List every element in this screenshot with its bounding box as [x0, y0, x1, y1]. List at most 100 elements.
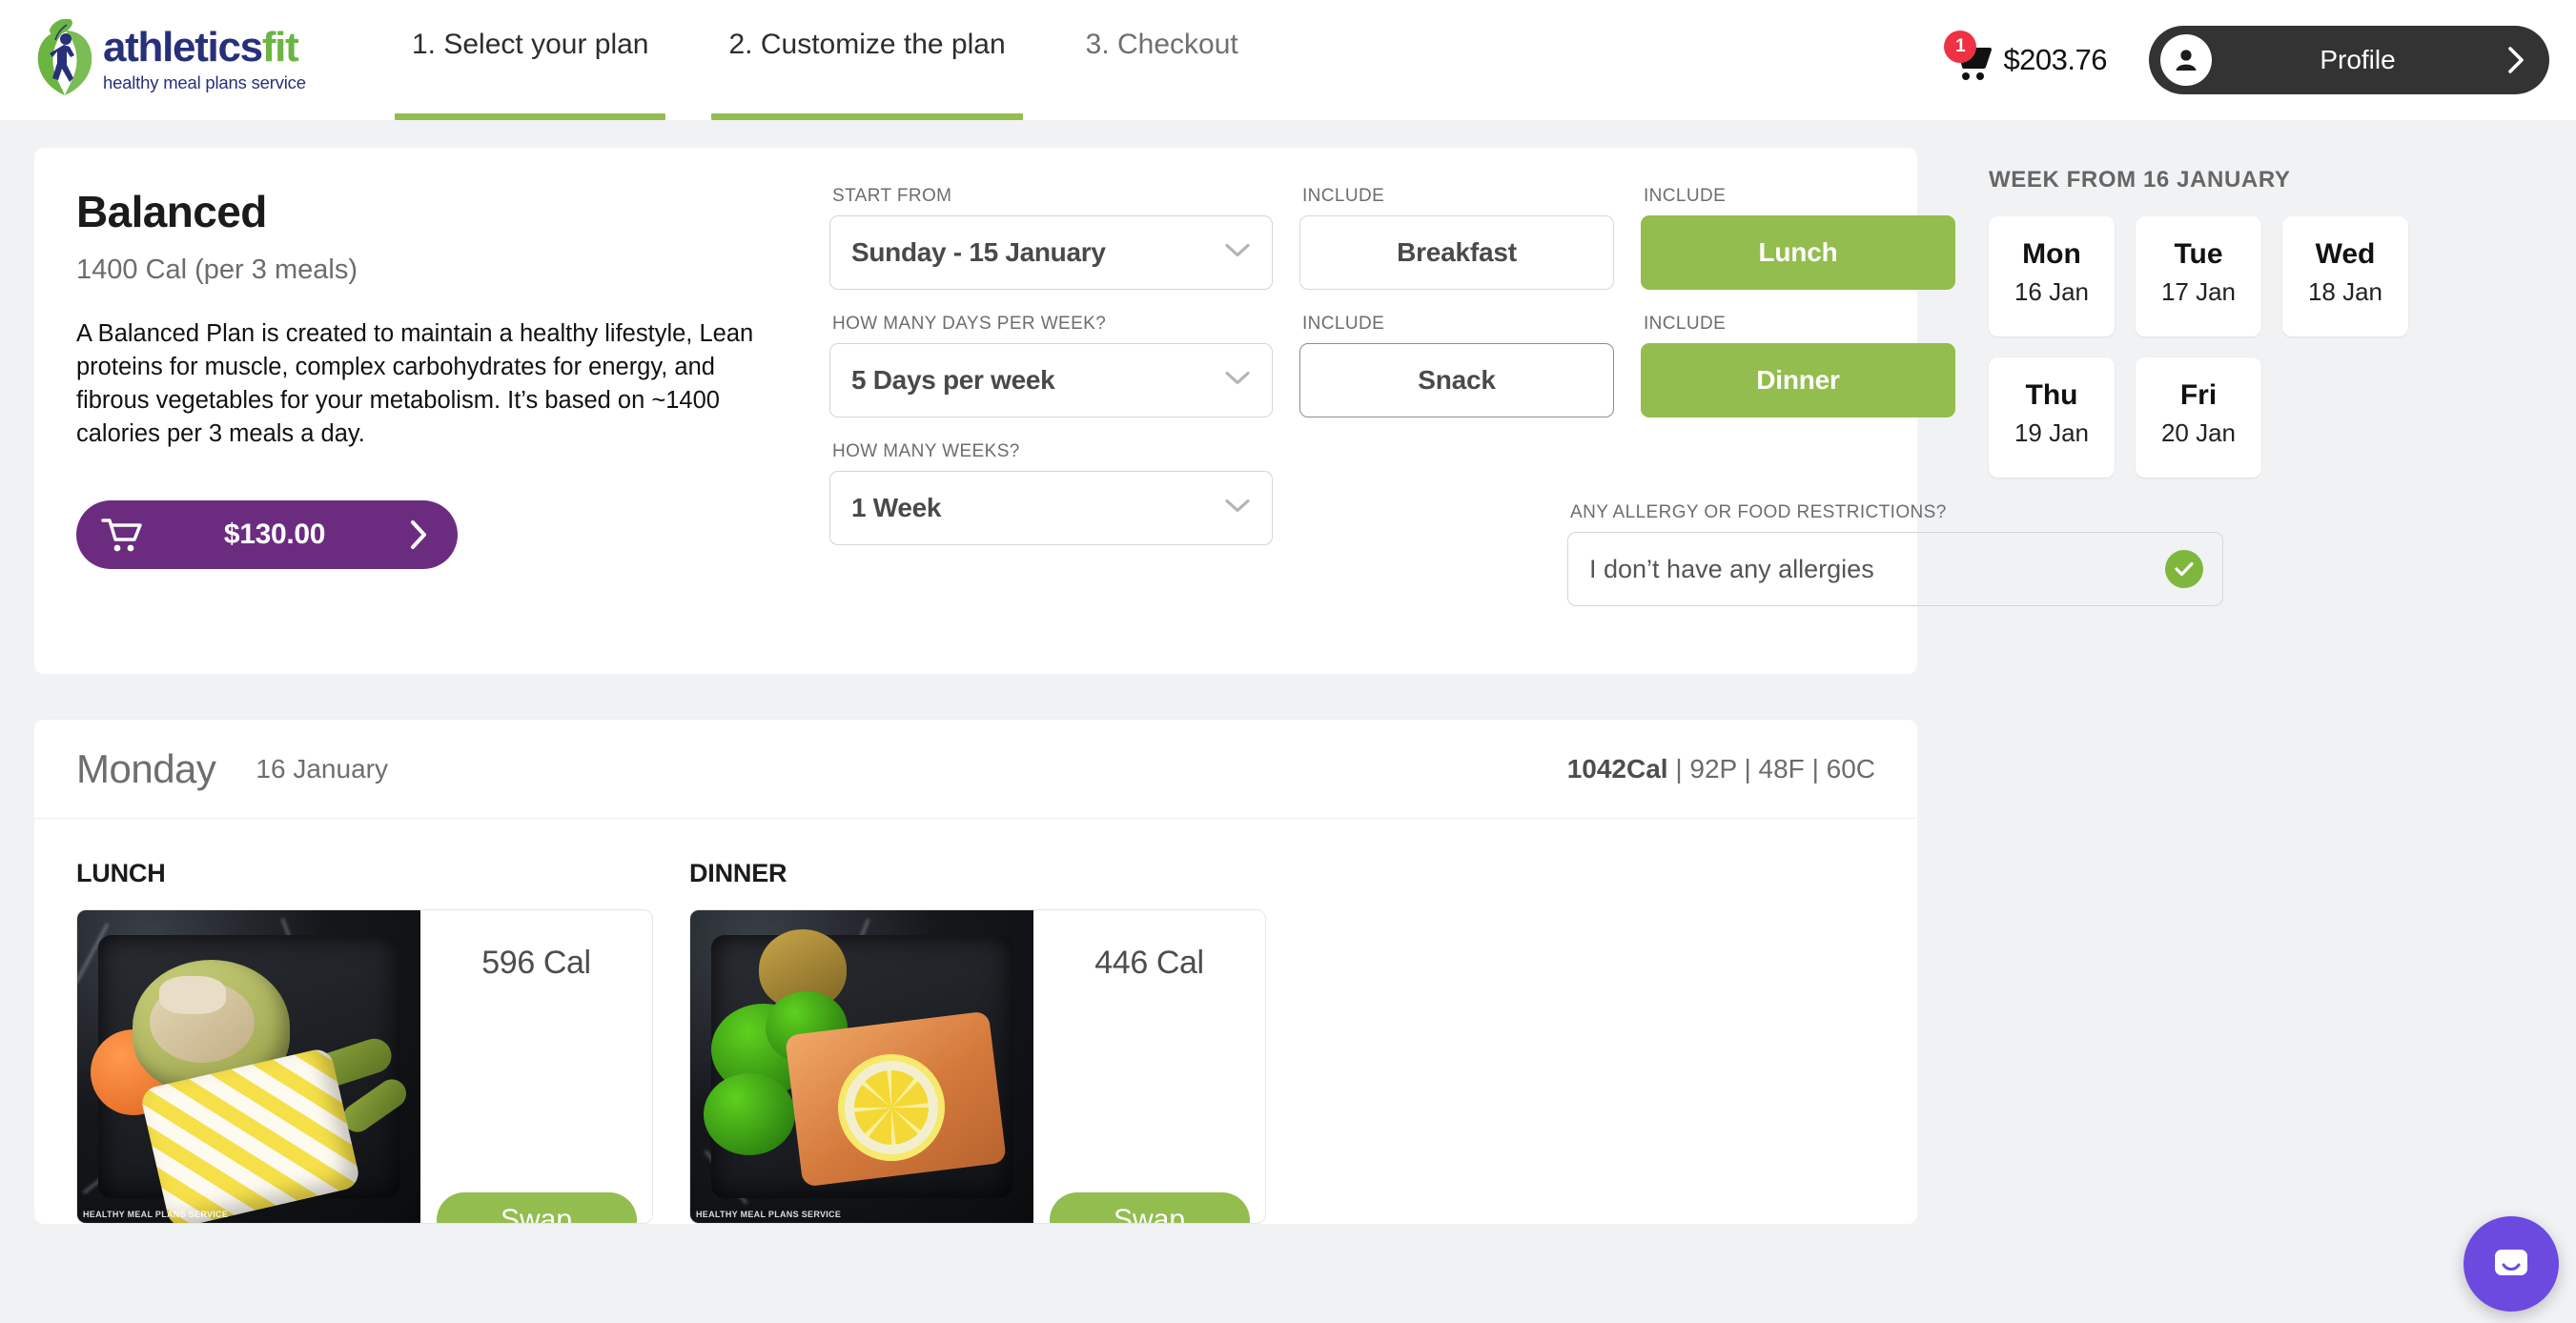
day-header: Monday 16 January 1042Cal | 92P | 48F | …: [34, 720, 1917, 819]
day-card-name: Wed: [2315, 238, 2376, 270]
page-title: Balanced: [76, 187, 267, 236]
chevron-down-icon: [1224, 242, 1251, 264]
tab-select-your-plan[interactable]: 1. Select your plan: [395, 29, 666, 120]
add-plan-price-button[interactable]: $130.00: [76, 499, 458, 569]
meal-column-dinner: DINNER HEALTHY MEAL PLANS SERVICE 446 Ca…: [689, 859, 1266, 1224]
plan-selects-column: START FROM Sunday - 15 January HOW MANY …: [829, 186, 1273, 630]
days-per-week-value: 5 Days per week: [851, 365, 1055, 395]
logo-word-primary: athletics: [103, 24, 263, 71]
week-days-grid: Mon 16 Jan Tue 17 Jan Wed 18 Jan Thu 19 …: [1989, 216, 2408, 486]
day-card-date: 16 Jan: [2014, 277, 2090, 306]
start-from-value: Sunday - 15 January: [851, 237, 1106, 267]
toggle-dinner[interactable]: Dinner: [1641, 343, 1955, 417]
brand-logo-text: athleticsfit healthy meal plans service: [103, 27, 306, 93]
swap-button-lunch[interactable]: Swap: [436, 1192, 637, 1223]
cart-total: $203.76: [2003, 43, 2107, 76]
field-include-lunch: INCLUDE Lunch: [1641, 186, 1955, 290]
chicken-wrap-meal-photo: HEALTHY MEAL PLANS SERVICE: [77, 910, 420, 1223]
plan-configuration-card: Balanced 1400 Cal (per 3 meals) A Balanc…: [34, 148, 2223, 674]
plan-calories: 1400 Cal (per 3 meals): [76, 254, 358, 285]
day-card-name: Thu: [2025, 379, 2078, 411]
checkout-steps-nav: 1. Select your plan 2. Customize the pla…: [395, 0, 1301, 120]
plan-description: A Balanced Plan is created to maintain a…: [76, 320, 754, 447]
check-circle-icon: [2165, 550, 2203, 588]
day-card-name: Tue: [2174, 238, 2223, 270]
day-header-date: 16 January: [256, 753, 388, 784]
meal-calories-dinner: 446 Cal: [1094, 945, 1204, 981]
weeks-select[interactable]: 1 Week: [829, 471, 1273, 545]
logo-word-accent: fit: [261, 24, 299, 71]
plan-summary: Balanced 1400 Cal (per 3 meals) A Balanc…: [76, 186, 829, 630]
meal-card-lunch[interactable]: HEALTHY MEAL PLANS SERVICE 596 Cal Swap: [76, 909, 653, 1224]
day-card-mon[interactable]: Mon 16 Jan: [1989, 216, 2115, 345]
day-header-name: Monday: [76, 745, 216, 791]
day-card-date: 19 Jan: [2014, 418, 2090, 447]
allergy-value: I don’t have any allergies: [1589, 554, 1874, 583]
photo-watermark: HEALTHY MEAL PLANS SERVICE: [83, 1210, 229, 1219]
toggle-snack[interactable]: Snack: [1299, 343, 1614, 417]
day-card-fri[interactable]: Fri 20 Jan: [2136, 357, 2261, 486]
day-card-name: Mon: [2022, 238, 2081, 270]
plan-column: Balanced 1400 Cal (per 3 meals) A Balanc…: [34, 148, 2223, 674]
plan-and-week-row: Balanced 1400 Cal (per 3 meals) A Balanc…: [0, 120, 2576, 674]
weeks-value: 1 Week: [851, 493, 942, 522]
day-card-thu[interactable]: Thu 19 Jan: [1989, 357, 2115, 486]
chevron-down-icon: [1224, 498, 1251, 519]
days-per-week-select[interactable]: 5 Days per week: [829, 343, 1273, 417]
allergy-input[interactable]: I don’t have any allergies: [1567, 532, 2223, 606]
day-card-date: 18 Jan: [2307, 277, 2383, 306]
cart-icon: [101, 517, 145, 553]
photo-watermark: HEALTHY MEAL PLANS SERVICE: [696, 1210, 842, 1219]
meal-card-dinner[interactable]: HEALTHY MEAL PLANS SERVICE 446 Cal Swap: [689, 909, 1266, 1224]
day-card-wed[interactable]: Wed 18 Jan: [2282, 216, 2408, 345]
toggle-lunch[interactable]: Lunch: [1641, 215, 1955, 290]
field-include-snack: INCLUDE Snack: [1299, 314, 1614, 417]
user-avatar-icon: [2160, 34, 2212, 86]
meal-calories-lunch: 596 Cal: [481, 945, 591, 981]
profile-button[interactable]: Profile: [2149, 26, 2549, 94]
field-start-from: START FROM Sunday - 15 January: [829, 186, 1273, 290]
chevron-right-icon: [404, 519, 433, 551]
start-from-select[interactable]: Sunday - 15 January: [829, 215, 1273, 290]
chat-bubble-icon: [2495, 1250, 2527, 1275]
meal-label-dinner: DINNER: [689, 859, 787, 887]
day-card-date: 17 Jan: [2160, 277, 2237, 306]
runner-apple-logo-icon: [32, 18, 97, 101]
field-label-days-per-week: HOW MANY DAYS PER WEEK?: [832, 314, 1107, 334]
swap-button-dinner[interactable]: Swap: [1049, 1192, 1250, 1223]
logo-tagline: healthy meal plans service: [103, 72, 306, 92]
toggle-breakfast[interactable]: Breakfast: [1299, 215, 1614, 290]
field-allergy: ANY ALLERGY OR FOOD RESTRICTIONS? I don’…: [1567, 502, 2223, 606]
day-macros-calories: 1042Cal: [1566, 753, 1668, 784]
tab-customize-the-plan[interactable]: 2. Customize the plan: [711, 29, 1023, 120]
field-label-weeks: HOW MANY WEEKS?: [832, 441, 1020, 461]
week-panel-title: WEEK FROM 16 JANUARY: [1989, 167, 2291, 193]
chat-launcher-button[interactable]: [2464, 1216, 2559, 1312]
field-label-include-snack: INCLUDE: [1302, 314, 1385, 334]
plan-options-form: START FROM Sunday - 15 January HOW MANY …: [829, 186, 2223, 630]
cart-summary[interactable]: 1 $203.76: [1944, 31, 2107, 84]
field-label-include-breakfast: INCLUDE: [1302, 186, 1385, 206]
salmon-broccoli-meal-photo: HEALTHY MEAL PLANS SERVICE: [690, 910, 1033, 1223]
app-header: athleticsfit healthy meal plans service …: [0, 0, 2576, 120]
week-panel: WEEK FROM 16 JANUARY Mon 16 Jan Tue 17 J…: [1917, 148, 2489, 486]
meal-info-dinner: 446 Cal Swap: [1033, 910, 1265, 1223]
plan-price: $130.00: [223, 518, 326, 550]
day-card-name: Fri: [2179, 379, 2218, 411]
meal-info-lunch: 596 Cal Swap: [420, 910, 652, 1223]
meal-column-lunch: LUNCH HEALTHY MEAL PLANS SERVICE 596 Cal…: [76, 859, 653, 1224]
field-include-dinner: INCLUDE Dinner: [1641, 314, 1955, 417]
chevron-right-icon: [2504, 45, 2528, 75]
day-card-tue[interactable]: Tue 17 Jan: [2136, 216, 2261, 345]
day-macros: 1042Cal | 92P | 48F | 60C: [1567, 754, 1875, 784]
field-weeks: HOW MANY WEEKS? 1 Week: [829, 441, 1273, 545]
cart-icon-wrapper[interactable]: 1: [1944, 31, 1993, 84]
brand-logo[interactable]: athleticsfit healthy meal plans service: [32, 18, 361, 101]
field-label-include-lunch: INCLUDE: [1644, 186, 1727, 206]
field-label-start-from: START FROM: [832, 186, 952, 206]
page-body: Balanced 1400 Cal (per 3 meals) A Balanc…: [0, 120, 2576, 1224]
field-days-per-week: HOW MANY DAYS PER WEEK? 5 Days per week: [829, 314, 1273, 417]
day-card-date: 20 Jan: [2160, 418, 2237, 447]
field-include-breakfast: INCLUDE Breakfast: [1299, 186, 1614, 290]
tab-checkout[interactable]: 3. Checkout: [1069, 29, 1256, 120]
